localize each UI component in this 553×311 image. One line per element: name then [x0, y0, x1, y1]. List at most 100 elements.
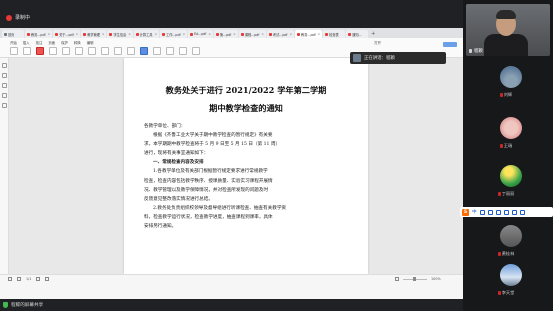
voice-icon[interactable]: [495, 209, 501, 215]
browser-tab[interactable]: 教务...pdf ×: [25, 30, 53, 38]
speaker-video[interactable]: 程颖: [466, 4, 550, 56]
double-page-icon[interactable]: [101, 47, 109, 55]
search-panel-icon[interactable]: [2, 103, 7, 108]
participant-tile[interactable]: 刘辉: [463, 66, 553, 108]
pdf-workspace[interactable]: 教务处关于进行 2021/2022 学年第二学期 期中教学检查的通知 各教学单位…: [9, 58, 463, 274]
pdf-tool-row: [10, 47, 200, 55]
thumbnail-icon[interactable]: [2, 63, 7, 68]
close-icon[interactable]: ×: [155, 32, 158, 36]
browser-tab[interactable]: 检查表: [323, 30, 346, 38]
note-icon[interactable]: [179, 47, 187, 55]
pdf-convert-icon[interactable]: [36, 47, 44, 55]
skin-icon[interactable]: [511, 209, 517, 215]
select-tool-icon[interactable]: [23, 47, 31, 55]
punctuation-icon[interactable]: [479, 209, 485, 215]
bookmark-icon[interactable]: [2, 73, 7, 78]
meeting-window: 录制中 首页 教务...pdf × 关于...pdf × 教学管理 × 学生信息 × 计…: [0, 0, 553, 311]
comment-icon[interactable]: [2, 83, 7, 88]
search-icon[interactable]: [153, 47, 161, 55]
menu-item[interactable]: 批注: [36, 40, 43, 45]
speaking-indicator: 正在讲话：程颖: [350, 52, 446, 64]
menu-item[interactable]: 开始: [10, 40, 17, 45]
highlight-icon[interactable]: [166, 47, 174, 55]
menu-item[interactable]: 插入: [23, 40, 30, 45]
hand-tool-icon[interactable]: [10, 47, 18, 55]
mic-muted-icon: [499, 144, 503, 148]
avatar: [500, 66, 522, 88]
open-menu[interactable]: 打开: [374, 40, 381, 45]
page-indicator[interactable]: 1/1: [26, 277, 31, 281]
avatar: [500, 117, 522, 139]
record-dot-icon: [6, 14, 12, 21]
avatar: [500, 165, 522, 187]
pdf-left-rail: [0, 58, 9, 274]
participant-tile[interactable]: 黄桂林: [463, 225, 553, 267]
zoom-out-icon[interactable]: [75, 47, 83, 55]
participant-tile[interactable]: 王瑞: [463, 117, 553, 159]
page-navigation: 1/1: [8, 277, 50, 281]
new-tab-icon[interactable]: +: [371, 30, 375, 38]
pdf-page[interactable]: 教务处关于进行 2021/2022 学年第二学期 期中教学检查的通知 各教学单位…: [124, 58, 368, 274]
browser-tab[interactable]: 关于...pdf ×: [53, 30, 81, 38]
ime-mode[interactable]: 中: [472, 209, 477, 215]
pdf-icon: [162, 32, 166, 36]
browser-tab[interactable]: 考试...pdf ×: [266, 30, 295, 38]
menu-item[interactable]: 保护: [61, 40, 68, 45]
toolbox-icon[interactable]: [519, 209, 525, 215]
zoom-slider[interactable]: [403, 277, 427, 281]
translate-icon[interactable]: [140, 47, 148, 55]
close-icon[interactable]: ×: [48, 32, 51, 36]
top-bar: 录制中: [0, 0, 463, 28]
browser-tab[interactable]: Ed...pdf ×: [188, 30, 213, 38]
browser-tab[interactable]: 教学管理 ×: [81, 30, 107, 38]
keyboard-icon[interactable]: [503, 209, 509, 215]
browser-tab[interactable]: 首页: [2, 30, 24, 38]
doc-title: 教务处关于进行 2021/2022 学年第二学期: [165, 85, 327, 95]
close-icon[interactable]: ×: [128, 32, 131, 36]
participant-tile[interactable]: 丁丽丽: [463, 165, 553, 207]
rotate-icon[interactable]: [49, 47, 57, 55]
close-icon[interactable]: ×: [183, 32, 186, 36]
browser-tab[interactable]: 通知...: [346, 30, 369, 38]
browser-tab[interactable]: 课程...pdf ×: [238, 30, 266, 38]
share-button[interactable]: [443, 42, 457, 47]
pdf-icon: [348, 32, 352, 36]
prev-page-icon[interactable]: [17, 277, 21, 281]
pdf-icon: [297, 32, 301, 36]
screenshot-icon[interactable]: [127, 47, 135, 55]
single-page-icon[interactable]: [88, 47, 96, 55]
browser-tab[interactable]: 工作...pdf ×: [160, 30, 188, 38]
close-icon[interactable]: ×: [102, 32, 105, 36]
close-icon[interactable]: ×: [233, 32, 236, 36]
participant-name: 王瑞: [503, 143, 513, 148]
menu-item[interactable]: 页面: [48, 40, 55, 45]
participant-tile[interactable]: 李天堂: [463, 264, 553, 306]
close-icon[interactable]: ×: [76, 32, 79, 36]
browser-tab-active[interactable]: 教务...pdf ×: [295, 30, 323, 38]
first-page-icon[interactable]: [8, 277, 12, 281]
close-icon[interactable]: ×: [290, 32, 293, 36]
menu-item[interactable]: 转换: [74, 40, 81, 45]
close-icon[interactable]: ×: [208, 32, 211, 36]
doc-line: 2.教务处负责组织校领导及督导组进行听课检查、抽查有关教学资: [153, 205, 287, 211]
close-icon[interactable]: ×: [318, 32, 321, 36]
browser-tab[interactable]: 学生信息 ×: [107, 30, 133, 38]
zoom-level[interactable]: 100%: [431, 277, 441, 281]
recording-indicator[interactable]: 录制中: [6, 12, 30, 23]
screen-share-bar[interactable]: 程鲸的屏幕共享: [0, 299, 463, 311]
doc-line: 安排另行通知。: [144, 224, 177, 230]
attachment-icon[interactable]: [2, 93, 7, 98]
browser-tab[interactable]: 第...pdf ×: [213, 30, 238, 38]
print-icon[interactable]: [192, 47, 200, 55]
zoom-in-icon[interactable]: [62, 47, 70, 55]
close-icon[interactable]: ×: [261, 32, 264, 36]
pdf-icon: [109, 32, 113, 36]
last-page-icon[interactable]: [45, 277, 50, 281]
emoji-icon[interactable]: [487, 209, 493, 215]
browser-tab[interactable]: 计算工具 ×: [133, 30, 160, 38]
continuous-icon[interactable]: [114, 47, 122, 55]
fit-width-icon[interactable]: [395, 277, 399, 281]
next-page-icon[interactable]: [36, 277, 41, 281]
menu-item[interactable]: 编辑: [87, 40, 94, 45]
ime-toolbar[interactable]: S 中: [460, 207, 553, 217]
